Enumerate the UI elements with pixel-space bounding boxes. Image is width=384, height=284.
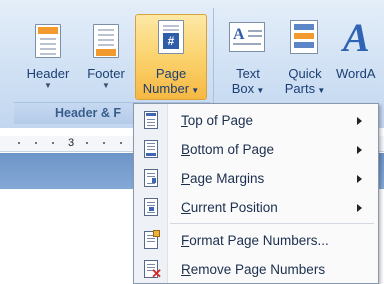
- quick-parts-label-line2: Parts ▼: [284, 81, 326, 96]
- menu-item-label: Remove Page Numbers: [181, 262, 326, 277]
- text-box-label-line2: Box ▼: [231, 81, 265, 96]
- menu-item-label: Current Position: [181, 200, 278, 215]
- page-number-button-text[interactable]: Page Number ▼: [135, 66, 207, 98]
- menu-item-top-of-page[interactable]: Top of Page: [134, 106, 378, 135]
- submenu-arrow-icon: [357, 175, 362, 183]
- page-number-label: Page: [155, 66, 187, 81]
- menu-item-bottom-of-page[interactable]: Bottom of Page: [134, 135, 378, 164]
- footer-button-label: Footer: [87, 66, 125, 81]
- quick-parts-label: Quick: [288, 66, 322, 81]
- submenu-arrow-icon: [357, 146, 362, 154]
- menu-item-current-position[interactable]: Current Position: [134, 193, 378, 222]
- menu-item-label: Format Page Numbers...: [181, 233, 329, 248]
- quick-parts-button[interactable]: Quick Parts ▼: [278, 66, 332, 98]
- wordart-icon: A: [343, 15, 370, 60]
- header-button[interactable]: Header ▼: [22, 66, 74, 91]
- current-position-icon: [144, 198, 158, 216]
- chevron-down-icon: ▼: [102, 81, 110, 90]
- ruler-tick: [120, 142, 122, 144]
- text-box-icon: A: [229, 22, 265, 52]
- footer-icon: [93, 24, 119, 58]
- bottom-of-page-icon: [144, 140, 158, 158]
- page-number-menu: Top of Page Bottom of Page Page Margins …: [133, 103, 379, 284]
- group-label: Header & F: [55, 106, 121, 120]
- text-box-label: Text: [236, 66, 260, 81]
- menu-item-page-margins[interactable]: Page Margins: [134, 164, 378, 193]
- format-page-numbers-icon: [144, 230, 160, 249]
- remove-page-numbers-icon: ✕: [144, 260, 162, 280]
- page-number-label-line2: Number ▼: [142, 81, 200, 96]
- menu-item-label: Bottom of Page: [181, 142, 275, 157]
- menu-item-label: Top of Page: [181, 113, 254, 128]
- text-box-button[interactable]: Text Box ▼: [222, 66, 274, 98]
- page-number-icon: #: [158, 20, 184, 54]
- wordart-label: WordA: [336, 66, 376, 81]
- top-of-page-icon: [144, 111, 158, 129]
- menu-item-format-page-numbers[interactable]: Format Page Numbers...: [134, 226, 378, 255]
- submenu-arrow-icon: [357, 117, 362, 125]
- ruler-tick: [86, 142, 88, 144]
- chevron-down-icon: ▼: [44, 81, 52, 90]
- menu-item-remove-page-numbers[interactable]: ✕ Remove Page Numbers: [134, 255, 378, 284]
- header-button-label: Header: [26, 66, 70, 81]
- ruler-number: 3: [68, 137, 75, 149]
- menu-separator: [170, 223, 374, 224]
- quick-parts-icon: [290, 20, 318, 54]
- menu-item-label: Page Margins: [181, 171, 265, 186]
- ruler-tick: [52, 142, 54, 144]
- header-icon: [35, 24, 61, 58]
- ruler-tick: [18, 142, 20, 144]
- wordart-button[interactable]: WordA: [336, 66, 384, 81]
- page-number-glyph: #: [163, 33, 179, 49]
- submenu-arrow-icon: [357, 204, 362, 212]
- page-margins-icon: [144, 169, 158, 187]
- ruler-tick: [103, 142, 105, 144]
- ruler-tick: [35, 142, 37, 144]
- footer-button[interactable]: Footer ▼: [80, 66, 132, 91]
